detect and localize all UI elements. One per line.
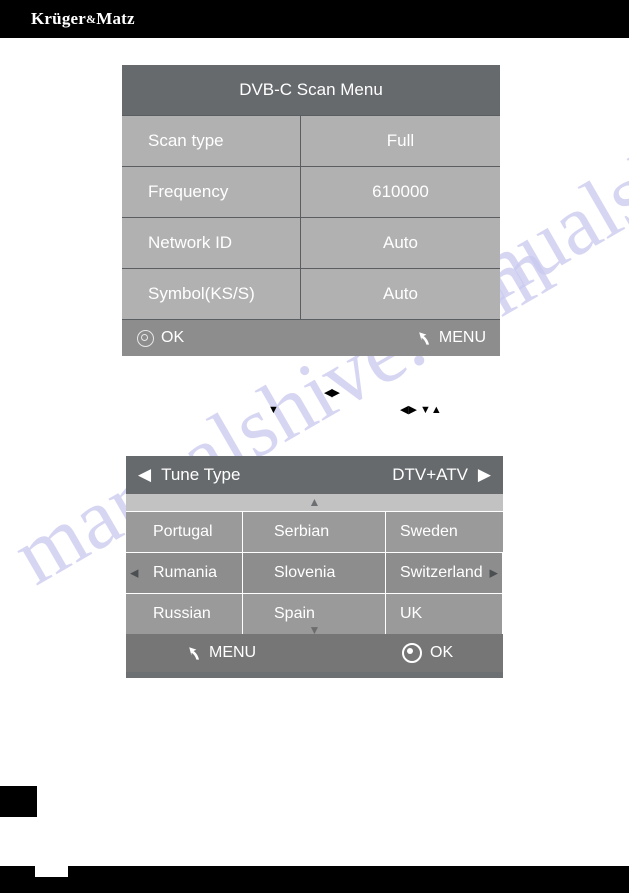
country-cell-serbian[interactable]: Serbian [243,512,386,552]
country-cell-sweden[interactable]: Sweden [386,512,503,552]
table-row[interactable]: Portugal Serbian Sweden [126,511,503,552]
ok-button[interactable]: OK [402,643,453,663]
scan-type-label: Scan type [122,116,301,166]
scan-menu-footer: OK MENU [122,319,500,356]
ok-button-label: OK [161,329,185,346]
chevron-right-icon[interactable]: ▶ [478,465,491,485]
scroll-up-bar[interactable]: ▲ [126,494,503,511]
stray-glyph-left-right-arrows: ◀▶ [324,387,340,399]
brand-logo: Krüger&Matz [31,9,135,29]
country-cell-russian[interactable]: Russian [126,594,243,634]
back-arrow-icon [187,645,204,662]
frequency-label: Frequency [122,167,301,217]
tune-type-right-group[interactable]: DTV+ATV ▶ [392,465,491,485]
menu-button-label: MENU [438,329,486,346]
table-row[interactable]: Symbol(KS/S) Auto [122,268,500,319]
country-cell-slovenia[interactable]: Slovenia [243,553,386,593]
country-cell-uk[interactable]: UK [386,594,503,634]
back-arrow-icon [417,330,434,347]
page-footer-notch [35,866,68,877]
brand-ampersand: & [86,12,97,26]
menu-button[interactable]: MENU [187,644,256,662]
stray-glyph-arrow-cluster: ◀▶ ▼▲ [400,404,442,416]
tune-type-left-group[interactable]: ◀ Tune Type [138,465,240,485]
scan-menu-title: DVB-C Scan Menu [122,65,500,115]
table-row[interactable]: Frequency 610000 [122,166,500,217]
country-cell-rumania[interactable]: Rumania [126,553,243,593]
tune-type-menu-panel: ◀ Tune Type DTV+ATV ▶ ▲ Portugal Serbian… [126,456,503,678]
menu-button-label: MENU [209,644,257,661]
network-id-label: Network ID [122,218,301,268]
symbol-rate-label: Symbol(KS/S) [122,269,301,319]
chevron-left-icon[interactable]: ◀ [130,567,138,580]
country-cell-switzerland[interactable]: Switzerland [386,553,503,593]
country-cell-portugal[interactable]: Portugal [126,512,243,552]
brand-name-tail: Matz [96,9,135,28]
symbol-rate-value[interactable]: Auto [301,269,500,319]
page-header-bar: Krüger&Matz [0,0,629,38]
stray-glyph-down-arrow: ▼ [268,404,279,416]
dvbc-scan-menu-panel: DVB-C Scan Menu Scan type Full Frequency… [122,65,500,356]
menu-button[interactable]: MENU [417,329,486,347]
table-row[interactable]: Network ID Auto [122,217,500,268]
page-corner-marker [0,786,37,817]
tune-menu-footer: MENU OK [126,634,503,672]
chevron-up-icon[interactable]: ▲ [309,494,321,511]
ok-ring-icon [137,329,154,347]
network-id-value[interactable]: Auto [301,218,500,268]
table-row-selected[interactable]: ◀ Rumania Slovenia Switzerland ▶ [126,552,503,593]
table-row[interactable]: Russian Spain UK ▼ [126,593,503,636]
tune-type-label: Tune Type [161,465,241,484]
table-row[interactable]: Scan type Full [122,115,500,166]
tune-type-header[interactable]: ◀ Tune Type DTV+ATV ▶ [126,456,503,494]
ok-dot-icon [402,643,422,663]
scan-type-value[interactable]: Full [301,116,500,166]
ok-button[interactable]: OK [137,329,184,347]
ok-button-label: OK [430,644,454,661]
page-footer-bar [0,866,629,893]
chevron-left-icon[interactable]: ◀ [138,465,151,485]
tune-type-value: DTV+ATV [392,465,468,484]
frequency-value[interactable]: 610000 [301,167,500,217]
brand-name: Krüger [31,9,87,28]
chevron-right-icon[interactable]: ▶ [490,567,498,580]
